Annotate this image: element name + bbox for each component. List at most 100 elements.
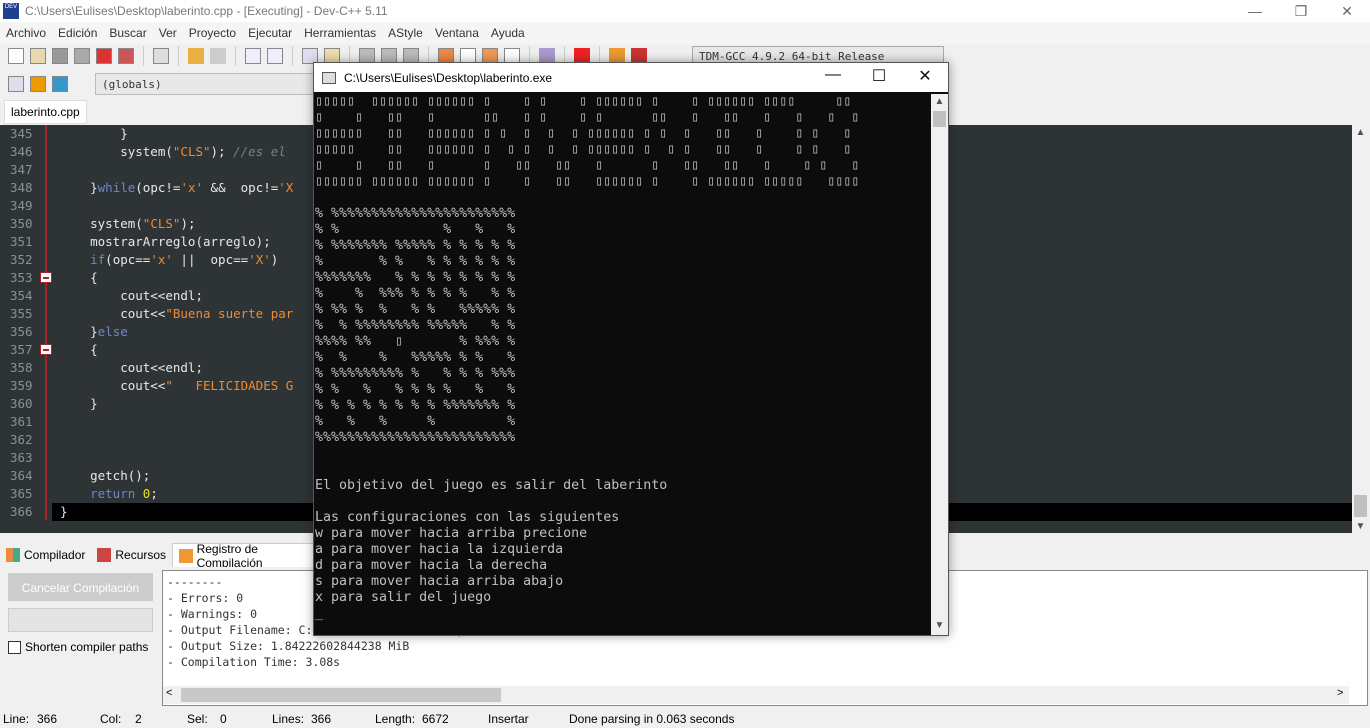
fold-collapse-icon[interactable]	[40, 344, 52, 355]
console-maximize-button[interactable]: ☐	[856, 66, 902, 88]
line-number: 350	[10, 216, 33, 231]
code-token: cout<<	[60, 306, 166, 321]
scope-select[interactable]: (globals)	[95, 73, 325, 95]
undo-icon[interactable]	[188, 48, 204, 64]
menu-ver[interactable]: Ver	[159, 26, 177, 40]
tab-registro-compilacion[interactable]: Registro de Compilación	[172, 542, 330, 570]
replace-icon[interactable]	[267, 48, 283, 64]
close-file-icon[interactable]	[96, 48, 112, 64]
redo-icon[interactable]	[210, 48, 226, 64]
restore-button[interactable]: ❐	[1278, 0, 1324, 22]
tab-recursos[interactable]: Recursos	[91, 543, 172, 567]
code-line: return 0;	[60, 485, 158, 503]
line-number: 365	[10, 486, 33, 501]
scroll-thumb[interactable]	[181, 688, 501, 702]
line-number: 352	[10, 252, 33, 267]
code-line: system("CLS"); //es el	[60, 143, 286, 161]
menu-archivo[interactable]: Archivo	[6, 26, 46, 40]
menu-ejecutar[interactable]: Ejecutar	[248, 26, 292, 40]
new-file-icon[interactable]	[8, 48, 24, 64]
line-number: 362	[10, 432, 33, 447]
scroll-left-icon[interactable]: <	[166, 687, 172, 699]
minimize-button[interactable]: —	[1232, 0, 1278, 22]
bookmark-toggle-icon[interactable]	[52, 76, 68, 92]
instructions-title: Las configuraciones con las siguientes	[315, 510, 620, 525]
menu-buscar[interactable]: Buscar	[109, 26, 146, 40]
window-title: C:\Users\Eulises\Desktop\laberinto.cpp -…	[25, 4, 388, 18]
scroll-up-icon[interactable]: ▲	[1352, 127, 1369, 138]
menu-ventana[interactable]: Ventana	[435, 26, 479, 40]
scroll-thumb[interactable]	[933, 111, 946, 127]
cancel-compilation-button[interactable]: Cancelar Compilación	[8, 573, 153, 601]
editor-vertical-scrollbar[interactable]: ▲ ▼	[1352, 125, 1370, 535]
close-all-icon[interactable]	[118, 48, 134, 64]
tab-compilador[interactable]: Compilador	[0, 543, 91, 567]
instruction-line: s para mover hacia arriba abajo	[315, 574, 564, 589]
menu-herramientas[interactable]: Herramientas	[304, 26, 376, 40]
save-all-icon[interactable]	[74, 48, 90, 64]
console-output[interactable]: ▯▯▯▯▯ ▯▯▯▯▯▯ ▯▯▯▯▯▯ ▯ ▯ ▯ ▯ ▯▯▯▯▯▯ ▯ ▯ ▯…	[315, 94, 931, 634]
log-chart-icon	[179, 548, 193, 563]
print-icon[interactable]	[153, 48, 169, 64]
console-scrollbar[interactable]: ▲ ▼	[931, 94, 948, 635]
scroll-up-icon[interactable]: ▲	[931, 96, 948, 107]
shorten-paths-checkbox[interactable]: Shorten compiler paths	[8, 640, 148, 654]
maze-row: % % % % % % % % %%%%%%% %	[315, 398, 516, 413]
open-file-icon[interactable]	[30, 48, 46, 64]
line-number: 346	[10, 144, 33, 159]
compile-progress-bar	[8, 608, 153, 632]
line-number: 358	[10, 360, 33, 375]
console-minimize-button[interactable]: —	[810, 66, 856, 88]
title-bar: DEV C:\Users\Eulises\Desktop\laberinto.c…	[0, 0, 1370, 22]
close-button[interactable]: ✕	[1324, 0, 1370, 22]
console-close-button[interactable]: ✕	[902, 66, 948, 88]
console-title-bar[interactable]: C:\Users\Eulises\Desktop\laberinto.exe —…	[314, 63, 948, 92]
code-line: system("CLS");	[60, 215, 196, 233]
line-number: 359	[10, 378, 33, 393]
line-gutter: 345 346 347 348 349 350 351 352 353 354 355 356 357 3…	[0, 125, 52, 533]
scroll-thumb[interactable]	[1354, 495, 1367, 517]
line-number: 364	[10, 468, 33, 483]
code-token: {	[60, 270, 98, 285]
scroll-down-icon[interactable]: ▼	[1352, 521, 1369, 532]
log-horizontal-scrollbar[interactable]: < >	[163, 686, 1349, 704]
class-toolbar	[0, 72, 90, 96]
banner-row: ▯ ▯ ▯▯ ▯ ▯▯ ▯ ▯ ▯ ▯ ▯▯ ▯ ▯▯ ▯ ▯ ▯ ▯	[315, 110, 860, 125]
scroll-down-icon[interactable]: ▼	[931, 620, 948, 631]
maze-row: % %%%%%%%%%%%%%%%%%%%%%%%	[315, 206, 516, 221]
maze-row: % % % % %	[315, 222, 516, 237]
fold-collapse-icon[interactable]	[40, 272, 52, 283]
checkbox-box[interactable]	[8, 640, 21, 654]
menu-edicion[interactable]: Edición	[58, 26, 97, 40]
code-token: }	[60, 504, 68, 519]
instruction-line: x para salir del juego	[315, 590, 492, 605]
console-window[interactable]: C:\Users\Eulises\Desktop\laberinto.exe —…	[313, 62, 949, 636]
code-line: getch();	[60, 467, 150, 485]
code-token: );	[180, 216, 196, 231]
find-icon[interactable]	[245, 48, 261, 64]
code-line: cout<<endl;	[60, 359, 203, 377]
save-icon[interactable]	[52, 48, 68, 64]
maze-row: % % % % % % % % %	[315, 382, 516, 397]
tab-laberinto-cpp[interactable]: laberinto.cpp	[4, 100, 87, 124]
menu-ayuda[interactable]: Ayuda	[491, 26, 525, 40]
line-number: 363	[10, 450, 33, 465]
line-number: 348	[10, 180, 33, 195]
code-line: }else	[60, 323, 128, 341]
add-icon[interactable]	[30, 76, 46, 92]
scroll-right-icon[interactable]: >	[1337, 687, 1343, 699]
code-token: "CLS"	[142, 216, 181, 231]
code-token: (opc==	[105, 252, 151, 267]
line-number: 354	[10, 288, 33, 303]
line-number: 360	[10, 396, 33, 411]
code-token: cout<<endl;	[60, 360, 203, 375]
code-token: cout<<endl;	[60, 288, 203, 303]
goto-icon[interactable]	[8, 76, 24, 92]
line-number: 357	[10, 342, 33, 357]
menu-astyle[interactable]: AStyle	[388, 26, 423, 40]
code-line: }while(opc!='x' && opc!='X	[60, 179, 293, 197]
banner-row: ▯▯▯▯▯ ▯▯▯▯▯▯ ▯▯▯▯▯▯ ▯ ▯ ▯ ▯ ▯▯▯▯▯▯ ▯ ▯ ▯…	[315, 94, 852, 109]
menu-proyecto[interactable]: Proyecto	[189, 26, 236, 40]
banner-row: ▯ ▯ ▯▯ ▯ ▯ ▯▯ ▯▯ ▯ ▯ ▯▯ ▯▯ ▯ ▯ ▯ ▯	[315, 158, 860, 173]
tab-label: Compilador	[24, 548, 86, 562]
